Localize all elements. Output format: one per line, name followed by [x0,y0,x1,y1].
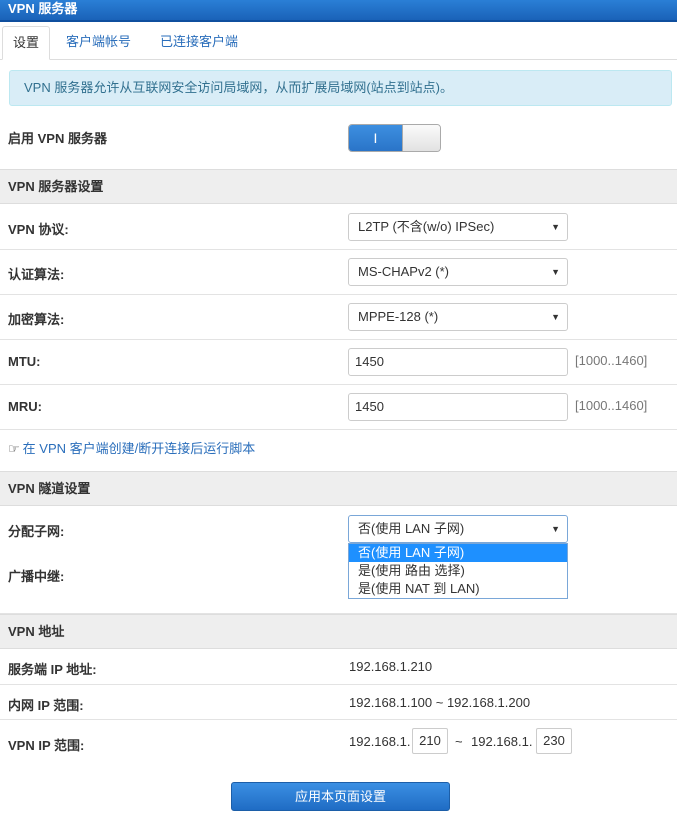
vpn-range-end-input[interactable]: 230 [536,728,572,754]
auth-label: 认证算法: [8,267,65,282]
server-ip-value: 192.168.1.210 [349,659,433,674]
lan-range-value: 192.168.1.100 ~ 192.168.1.200 [349,695,531,710]
encryption-select[interactable]: MPPE-128 (*) ▼ [348,303,568,331]
toggle-knob [402,125,440,151]
window-title: VPN 服务器 [0,0,677,22]
tab-connected-clients[interactable]: 已连接客户端 [160,26,238,60]
broadcast-row: 广播中继: [0,552,677,614]
subnet-row: 分配子网: [0,506,677,552]
subnet-dropdown-list[interactable]: 否(使用 LAN 子网) 是(使用 路由 选择) 是(使用 NAT 到 LAN) [348,543,568,599]
tab-client-accounts[interactable]: 客户端帐号 [66,26,131,60]
lan-range-label: 内网 IP 范围: [8,698,84,713]
mtu-label: MTU: [8,354,41,369]
section-server-settings: VPN 服务器设置 [0,169,677,204]
subnet-option-nat[interactable]: 是(使用 NAT 到 LAN) [349,580,567,598]
encryption-value: MPPE-128 (*) [358,309,439,324]
enable-label: 启用 VPN 服务器 [8,131,107,146]
vpn-range-start-input[interactable]: 210 [412,728,448,754]
protocol-label: VPN 协议: [8,222,69,237]
mru-label: MRU: [8,399,42,414]
chevron-down-icon: ▼ [551,312,560,322]
lan-range-row: 内网 IP 范围: 192.168.1.100 ~ 192.168.1.200 [0,685,677,720]
server-ip-label: 服务端 IP 地址: [8,662,97,677]
enable-vpn-toggle[interactable]: I [348,124,441,152]
toggle-on-state: I [349,125,402,151]
mtu-hint: [1000..1460] [575,353,648,368]
vpn-range-prefix-start: 192.168.1. [349,734,411,749]
tab-settings[interactable]: 设置 [2,26,51,60]
section-tunnel-settings: VPN 隧道设置 [0,471,677,506]
chevron-down-icon: ▼ [551,222,560,232]
run-script-link-label: 在 VPN 客户端创建/断开连接后运行脚本 [22,441,256,456]
hand-pointer-icon: ☞ [8,441,20,456]
server-ip-row: 服务端 IP 地址: 192.168.1.210 [0,649,677,685]
subnet-label: 分配子网: [8,524,65,539]
chevron-down-icon: ▼ [551,267,560,277]
tab-bar: 设置 客户端帐号 已连接客户端 [0,22,677,60]
auth-row: 认证算法: [0,250,677,295]
protocol-value: L2TP (不含(w/o) IPSec) [358,219,495,234]
mtu-input[interactable]: 1450 [348,348,568,376]
vpn-range-label: VPN IP 范围: [8,738,85,753]
enable-row: 启用 VPN 服务器 [0,114,677,169]
apply-settings-button[interactable]: 应用本页面设置 [231,782,450,811]
chevron-down-icon: ▼ [551,524,560,534]
vpn-range-prefix-end: 192.168.1. [471,734,533,749]
encryption-row: 加密算法: [0,295,677,340]
info-alert: VPN 服务器允许从互联网安全访问局域网，从而扩展局域网(站点到站点)。 [9,70,672,106]
subnet-select[interactable]: 否(使用 LAN 子网) ▼ [348,515,568,543]
encryption-label: 加密算法: [8,312,65,327]
protocol-select[interactable]: L2TP (不含(w/o) IPSec) ▼ [348,213,568,241]
mru-input[interactable]: 1450 [348,393,568,421]
subnet-option-no[interactable]: 否(使用 LAN 子网) [349,544,567,562]
broadcast-label: 广播中继: [8,569,65,584]
protocol-row: VPN 协议: [0,204,677,250]
auth-value: MS-CHAPv2 (*) [358,264,450,279]
vpn-range-separator: ~ [455,734,463,749]
run-script-link[interactable]: ☞ 在 VPN 客户端创建/断开连接后运行脚本 [8,438,255,457]
subnet-value: 否(使用 LAN 子网) [358,521,465,536]
mru-hint: [1000..1460] [575,398,648,413]
vpn-range-row: VPN IP 范围: 192.168.1. ~ 192.168.1. [0,720,677,766]
subnet-option-routing[interactable]: 是(使用 路由 选择) [349,562,567,580]
section-vpn-address: VPN 地址 [0,614,677,649]
auth-select[interactable]: MS-CHAPv2 (*) ▼ [348,258,568,286]
